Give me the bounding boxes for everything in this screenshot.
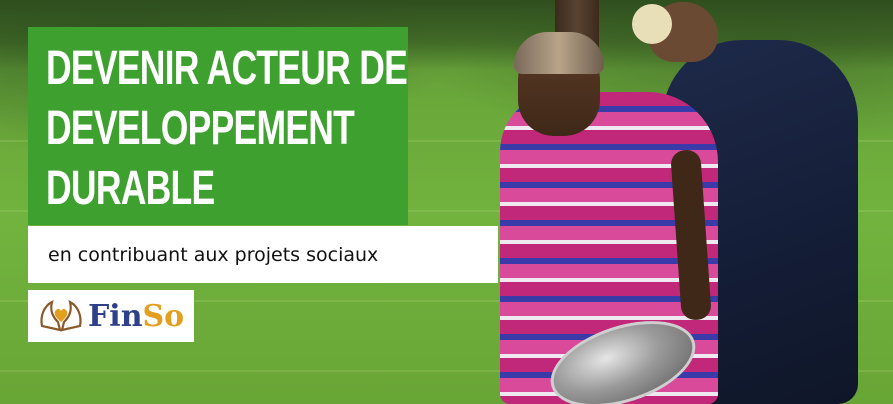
subtitle-box: en contribuant aux projets sociaux (28, 226, 498, 283)
headline-line-1: DEVENIR ACTEUR DE (46, 42, 408, 95)
woman-navy-headscarf (632, 4, 672, 44)
headline-line-2: DEVELOPPEMENT (46, 102, 355, 155)
woman-pink-headwrap (514, 32, 604, 74)
logo-wordmark: FinSo (88, 299, 184, 334)
finso-logo[interactable]: FinSo (28, 290, 194, 342)
logo-text-fin: Fin (88, 298, 143, 334)
subtitle-text: en contribuant aux projets sociaux (48, 243, 379, 266)
logo-text-so: So (142, 298, 185, 334)
banner: DEVENIR ACTEUR DE DEVELOPPEMENT DURABLE … (0, 0, 893, 404)
headline-box: DEVENIR ACTEUR DE DEVELOPPEMENT DURABLE (28, 27, 408, 225)
headline-line-3: DURABLE (46, 162, 215, 215)
hands-heart-icon (40, 299, 82, 332)
